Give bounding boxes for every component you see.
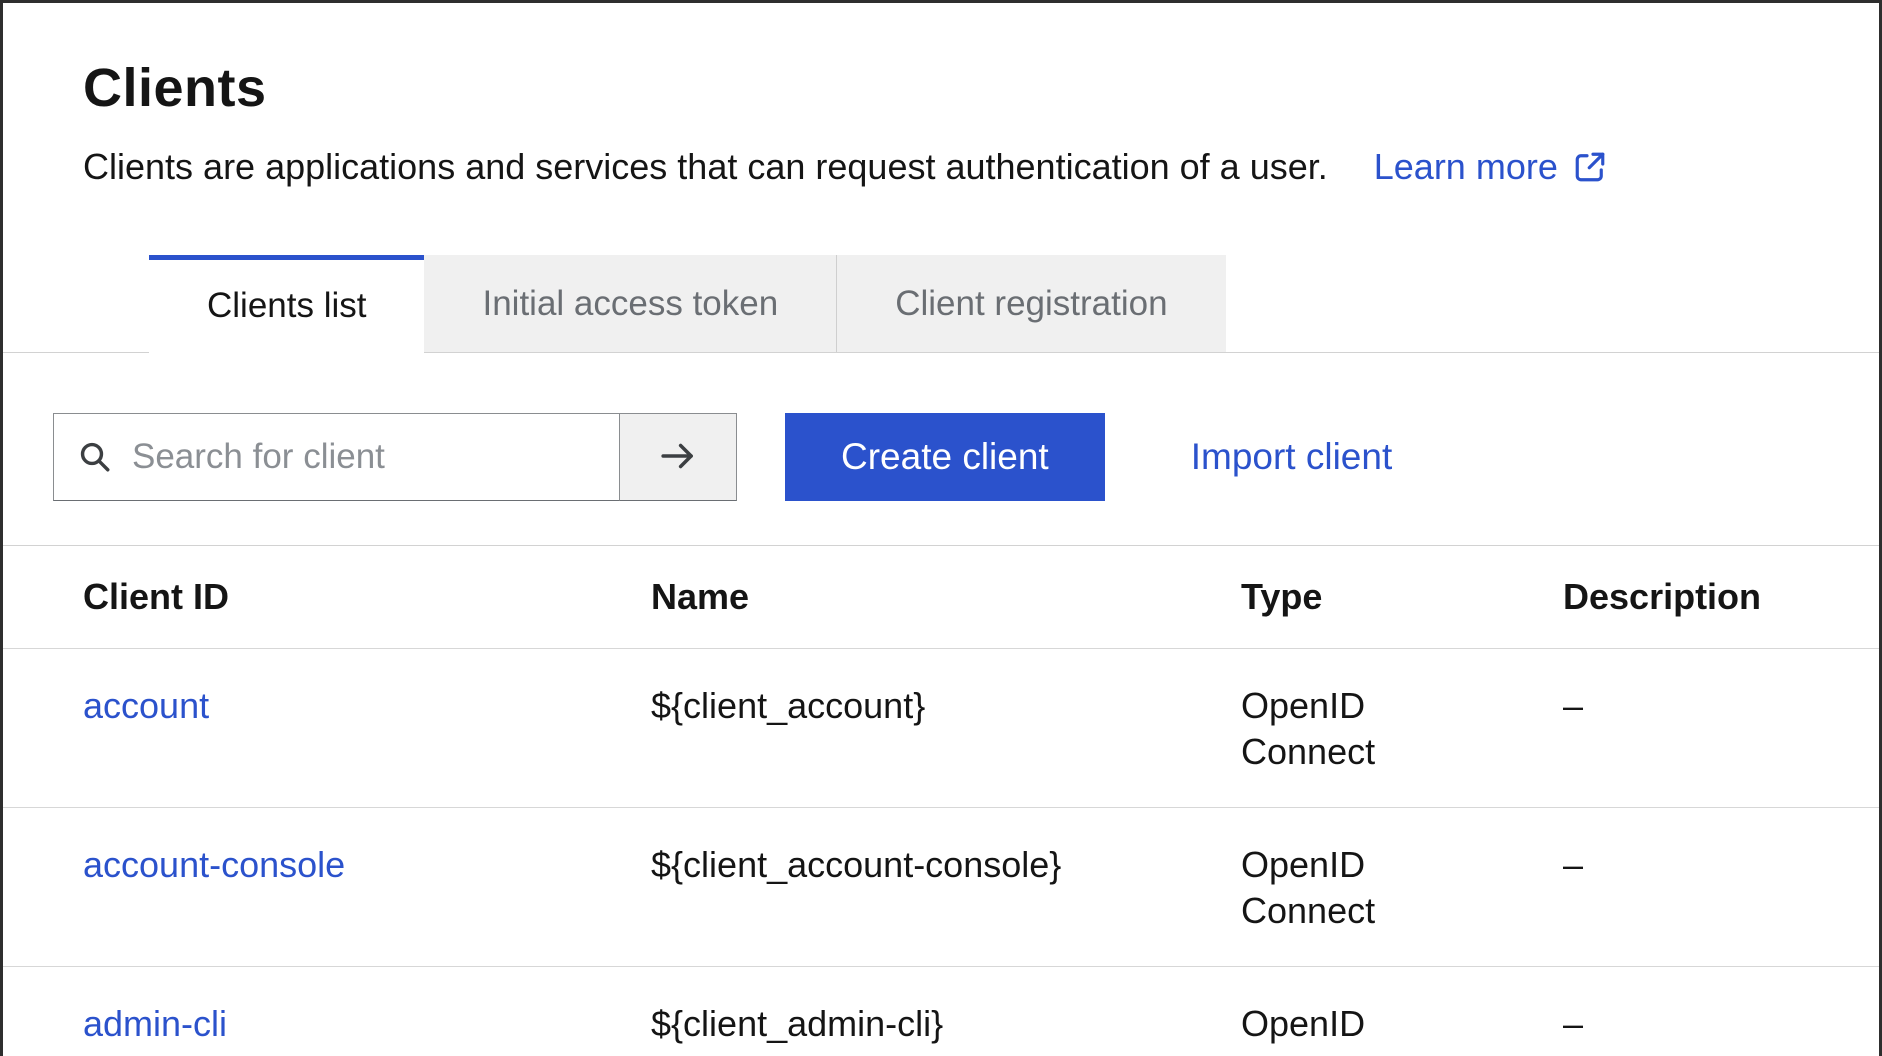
- client-id-cell: account: [83, 683, 651, 775]
- page-description-row: Clients are applications and services th…: [83, 145, 1799, 189]
- client-id-cell: admin-cli: [83, 1001, 651, 1056]
- clients-toolbar: Create client Import client: [3, 413, 1879, 501]
- description-cell: –: [1563, 842, 1879, 934]
- tab-client-registration[interactable]: Client registration: [836, 255, 1225, 352]
- table-row: account-console ${client_account-console…: [3, 808, 1879, 967]
- description-cell: –: [1563, 683, 1879, 775]
- name-cell: ${client_account}: [651, 683, 1241, 775]
- external-link-icon: [1572, 149, 1608, 185]
- client-link[interactable]: account-console: [83, 844, 345, 885]
- tab-label: Client registration: [895, 284, 1167, 324]
- column-header-type: Type: [1241, 576, 1563, 618]
- client-link[interactable]: admin-cli: [83, 1003, 227, 1044]
- search-submit-button[interactable]: [619, 413, 737, 501]
- search-group: [53, 413, 737, 501]
- column-header-client-id: Client ID: [83, 576, 651, 618]
- tab-label: Clients list: [207, 286, 366, 326]
- client-id-cell: account-console: [83, 842, 651, 934]
- type-cell: OpenID Connect: [1241, 842, 1456, 934]
- page-header: Clients Clients are applications and ser…: [3, 3, 1879, 189]
- clients-page: Clients Clients are applications and ser…: [0, 0, 1882, 1056]
- column-header-description: Description: [1563, 576, 1879, 618]
- page-description: Clients are applications and services th…: [83, 145, 1328, 189]
- name-cell: ${client_admin-cli}: [651, 1001, 1241, 1056]
- table-row: admin-cli ${client_admin-cli} OpenID Con…: [3, 967, 1879, 1056]
- name-cell: ${client_account-console}: [651, 842, 1241, 934]
- learn-more-label: Learn more: [1374, 145, 1558, 189]
- learn-more-link[interactable]: Learn more: [1374, 145, 1608, 189]
- client-link[interactable]: account: [83, 685, 209, 726]
- clients-table: Client ID Name Type Description account …: [3, 546, 1879, 1056]
- import-client-link[interactable]: Import client: [1191, 436, 1393, 478]
- tab-clients-list[interactable]: Clients list: [149, 255, 424, 352]
- table-row: account ${client_account} OpenID Connect…: [3, 649, 1879, 808]
- table-header-row: Client ID Name Type Description: [3, 546, 1879, 649]
- type-cell: OpenID Connect: [1241, 683, 1456, 775]
- page-title: Clients: [83, 57, 1799, 119]
- tab-initial-access-token[interactable]: Initial access token: [424, 255, 836, 352]
- tabs-bar: Clients list Initial access token Client…: [3, 255, 1879, 353]
- arrow-right-icon: [657, 435, 699, 480]
- type-cell: OpenID Connect: [1241, 1001, 1456, 1056]
- search-input[interactable]: [53, 413, 619, 501]
- create-client-button[interactable]: Create client: [785, 413, 1105, 501]
- tab-label: Initial access token: [482, 284, 778, 324]
- column-header-name: Name: [651, 576, 1241, 618]
- description-cell: –: [1563, 1001, 1879, 1056]
